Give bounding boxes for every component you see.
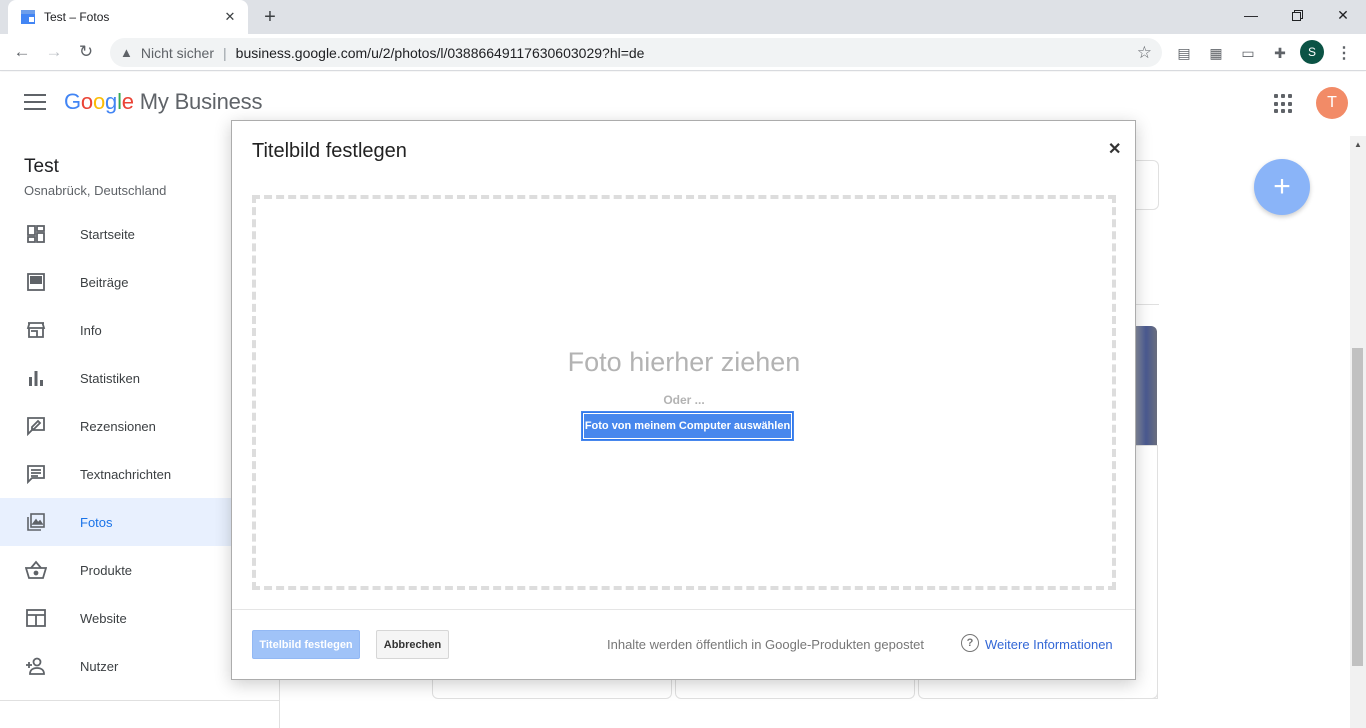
cancel-button[interactable]: Abbrechen xyxy=(376,630,449,659)
storefront-icon xyxy=(25,319,47,341)
background-card xyxy=(1136,160,1159,210)
sidebar-item-label: Rezensionen xyxy=(80,418,156,434)
back-icon[interactable]: ← xyxy=(8,38,36,66)
set-cover-photo-button[interactable]: Titelbild festlegen xyxy=(252,630,360,659)
browser-profile-avatar[interactable]: S xyxy=(1300,40,1324,64)
background-divider xyxy=(1136,304,1159,305)
warning-icon[interactable]: ▲ xyxy=(120,45,133,60)
minimize-icon[interactable]: — xyxy=(1228,0,1274,30)
posts-icon xyxy=(25,271,47,293)
sidebar-divider xyxy=(0,700,280,701)
apps-grid-icon[interactable] xyxy=(1274,94,1294,114)
browser-tab[interactable]: Test – Fotos ✕ xyxy=(8,0,248,34)
user-avatar[interactable]: T xyxy=(1316,87,1348,119)
sidebar-item-label: Info xyxy=(80,322,102,338)
background-photo-card xyxy=(432,679,672,699)
or-label: Oder ... xyxy=(663,393,705,407)
close-window-icon[interactable]: ✕ xyxy=(1320,0,1366,30)
sidebar-item-label: Produkte xyxy=(80,562,133,578)
add-user-icon xyxy=(25,655,47,677)
dialog-title: Titelbild festlegen xyxy=(252,140,407,162)
reload-icon[interactable]: ↻ xyxy=(72,38,100,66)
security-label[interactable]: Nicht sicher xyxy=(141,45,214,61)
url-separator: | xyxy=(223,44,227,61)
hamburger-menu-icon[interactable] xyxy=(24,94,46,112)
sidebar-item-label: Startseite xyxy=(80,226,135,242)
bookmark-star-icon[interactable]: ☆ xyxy=(1137,43,1152,63)
address-bar[interactable]: ▲ Nicht sicher | business.google.com/u/2… xyxy=(110,38,1162,67)
wallet-icon[interactable]: ▭ xyxy=(1236,41,1260,65)
new-tab-icon[interactable]: + xyxy=(258,5,282,29)
sidebar-item-label: Textnachrichten xyxy=(80,466,172,482)
public-posting-note: Inhalte werden öffentlich in Google-Prod… xyxy=(607,637,925,652)
scroll-thumb[interactable] xyxy=(1352,348,1363,666)
background-photo-card xyxy=(675,679,915,699)
sidebar-item-label: Nutzer xyxy=(80,658,119,674)
dialog-close-icon[interactable]: ✕ xyxy=(1108,139,1121,159)
basket-icon xyxy=(25,559,47,581)
more-info-link[interactable]: Weitere Informationen xyxy=(985,637,1113,652)
forward-icon[interactable]: → xyxy=(40,38,68,66)
gmb-favicon-icon xyxy=(20,9,36,25)
business-address: Osnabrück, Deutschland xyxy=(24,183,167,198)
background-photo-thumbnail xyxy=(1135,326,1157,445)
sidebar-item-label: Fotos xyxy=(80,514,113,530)
google-my-business-logo[interactable]: Google My Business xyxy=(64,89,262,115)
dashboard-icon xyxy=(25,223,47,245)
website-icon xyxy=(25,607,47,629)
photo-icon xyxy=(25,511,47,533)
url-text[interactable]: business.google.com/u/2/photos/l/0388664… xyxy=(236,45,645,61)
drop-hint: Foto hierher ziehen xyxy=(567,347,801,377)
background-photo-card xyxy=(1136,445,1158,699)
review-icon xyxy=(25,415,47,437)
dialog-footer-divider xyxy=(232,609,1135,610)
background-photo-card xyxy=(918,679,1158,699)
reader-icon[interactable]: ▤ xyxy=(1172,41,1196,65)
restore-icon[interactable] xyxy=(1274,0,1320,30)
bar-chart-icon xyxy=(25,367,47,389)
help-icon[interactable]: ? xyxy=(961,634,979,652)
sidebar-item-label: Beiträge xyxy=(80,274,129,290)
sidebar-item-label: Statistiken xyxy=(80,370,140,386)
scroll-up-icon[interactable]: ▲ xyxy=(1354,140,1362,149)
business-name: Test xyxy=(24,156,59,177)
browser-tab-bar: Test – Fotos ✕ + — ✕ xyxy=(0,0,1366,34)
sidebar-item-label: Website xyxy=(80,610,127,626)
browser-menu-icon[interactable]: ⋮ xyxy=(1334,41,1354,65)
tab-title: Test – Fotos xyxy=(44,10,110,24)
message-icon xyxy=(25,463,47,485)
page-scrollbar[interactable]: ▲ xyxy=(1350,136,1366,728)
tab-close-icon[interactable]: ✕ xyxy=(222,9,238,25)
select-photo-button[interactable]: Foto von meinem Computer auswählen xyxy=(581,411,794,441)
browser-toolbar: ← → ↻ ▲ Nicht sicher | business.google.c… xyxy=(0,34,1366,71)
photo-drop-zone[interactable]: Foto hierher ziehen Oder ... Foto von me… xyxy=(252,195,1116,590)
set-cover-photo-dialog: Titelbild festlegen ✕ Foto hierher ziehe… xyxy=(231,120,1136,680)
add-photo-fab[interactable]: + xyxy=(1254,159,1310,215)
puzzle-icon[interactable]: ✚ xyxy=(1268,41,1292,65)
extension-grid-icon[interactable]: ▦ xyxy=(1204,41,1228,65)
